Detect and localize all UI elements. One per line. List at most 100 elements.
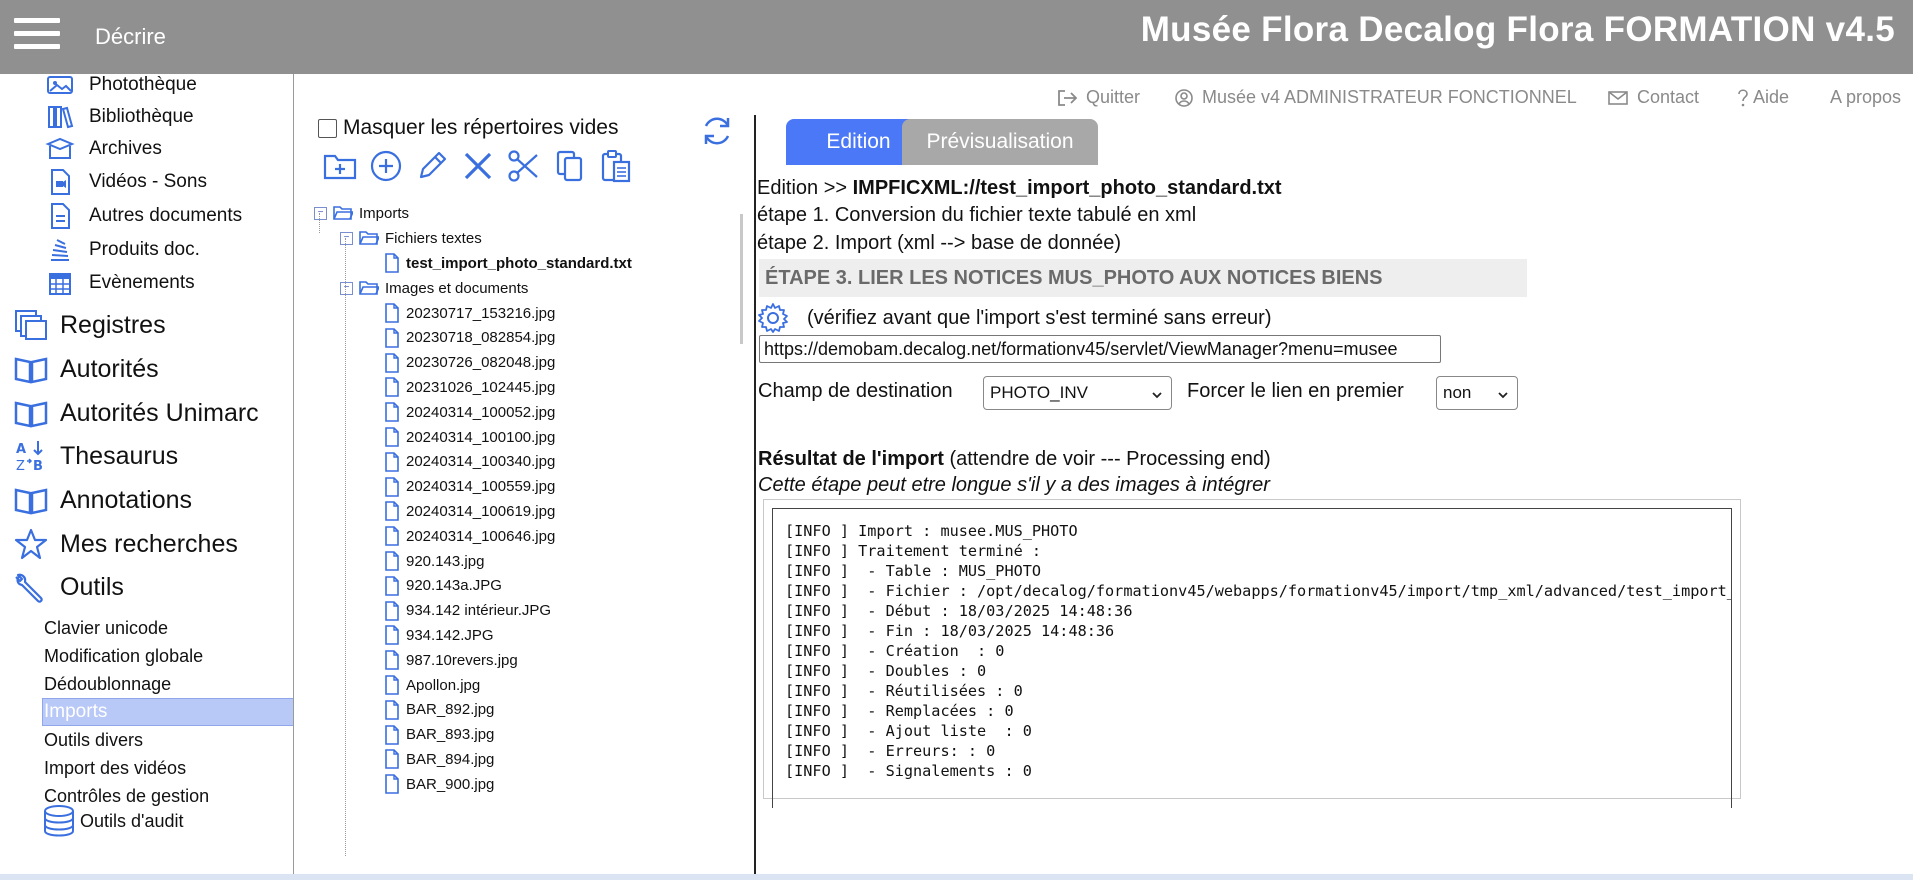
file-icon (384, 625, 400, 646)
sidebar: Photothèque Bibliothèque Archives Vidéos… (0, 74, 294, 874)
tree-label: 20230718_082854.jpg (406, 329, 556, 347)
sidebar-item-phototheque[interactable]: Photothèque (43, 74, 197, 100)
refresh-icon[interactable] (700, 114, 734, 153)
tree-folder-fichiers-textes[interactable]: − Fichiers textes (340, 227, 482, 249)
sidebar-item-annotations[interactable]: Annotations (14, 485, 192, 515)
quit-link[interactable]: Quitter (1056, 87, 1140, 108)
collapse-toggle[interactable]: − (340, 231, 353, 245)
contact-link[interactable]: Contact (1607, 87, 1699, 108)
tree-file[interactable]: BAR_900.jpg (384, 773, 494, 795)
mask-empty-dirs-checkbox[interactable] (318, 118, 337, 138)
tree-label: BAR_892.jpg (406, 701, 495, 719)
tree-file[interactable]: 920.143.jpg (384, 550, 484, 572)
new-folder-icon[interactable] (322, 148, 358, 184)
tool-imports[interactable]: Imports (44, 701, 107, 723)
sidebar-item-videos-sons[interactable]: Vidéos - Sons (43, 167, 207, 197)
add-circle-icon[interactable] (368, 148, 404, 184)
tree-file[interactable]: 20240314_100559.jpg (384, 476, 555, 498)
collapse-toggle[interactable]: − (314, 206, 327, 220)
tree-file[interactable]: 20240314_100052.jpg (384, 401, 555, 423)
tree-file[interactable]: Apollon.jpg (384, 674, 480, 696)
file-icon (384, 749, 400, 770)
tool-import-videos[interactable]: Import des vidéos (44, 758, 186, 779)
tree-label: 920.143.jpg (406, 552, 485, 570)
about-link[interactable]: A propos (1830, 87, 1901, 108)
tab-previsualisation[interactable]: Prévisualisation (902, 119, 1098, 165)
tree-file-selected[interactable]: test_import_photo_standard.txt (384, 252, 632, 274)
tree-file[interactable]: BAR_893.jpg (384, 724, 494, 746)
tree-folder-images-documents[interactable]: − Images et documents (340, 277, 528, 299)
hamburger-menu-icon[interactable] (14, 18, 60, 54)
cut-scissors-icon[interactable] (506, 148, 542, 184)
tool-outils-audit[interactable]: Outils d'audit (42, 805, 184, 837)
force-select[interactable]: non (1436, 376, 1518, 410)
tree-file[interactable]: 20240314_100619.jpg (384, 500, 555, 522)
sidebar-item-outils[interactable]: Outils (14, 572, 124, 603)
sidebar-item-evenements[interactable]: Evènements (43, 268, 195, 298)
tree-folder-imports[interactable]: − Imports (314, 202, 409, 224)
tree-label: 934.142 intérieur.JPG (406, 602, 552, 620)
tree-file[interactable]: 20240314_100100.jpg (384, 426, 555, 448)
tree-file[interactable]: 20231026_102445.jpg (384, 376, 555, 398)
delete-x-icon[interactable] (460, 148, 496, 184)
url-input[interactable]: https://demobam.decalog.net/formationv45… (759, 335, 1441, 363)
header-menu-label[interactable]: Décrire (95, 24, 166, 50)
open-book-icon (14, 354, 48, 384)
collapse-toggle[interactable]: − (340, 281, 353, 295)
sidebar-item-label: Outils d'audit (80, 810, 184, 831)
sidebar-item-autres-documents[interactable]: Autres documents (43, 201, 242, 231)
panel-divider[interactable] (754, 115, 756, 875)
tree-file[interactable]: 934.142 intérieur.JPG (384, 600, 551, 622)
sidebar-item-produits-doc[interactable]: Produits doc. (43, 235, 200, 265)
tree-file[interactable]: 920.143a.JPG (384, 575, 502, 597)
user-circle-icon (1174, 88, 1194, 108)
dest-select[interactable]: PHOTO_INV (983, 376, 1172, 410)
paste-icon[interactable] (598, 148, 634, 184)
tool-outils-divers[interactable]: Outils divers (44, 730, 143, 751)
edit-pencil-icon[interactable] (414, 148, 450, 184)
tree-file[interactable]: 987.10revers.jpg (384, 649, 518, 671)
open-book-icon (14, 485, 48, 515)
tree-scrollbar[interactable] (740, 214, 743, 344)
tool-modification-globale[interactable]: Modification globale (44, 646, 203, 667)
sidebar-item-registres[interactable]: Registres (14, 310, 166, 340)
user-link[interactable]: Musée v4 ADMINISTRATEUR FONCTIONNEL (1174, 87, 1577, 108)
tool-clavier-unicode[interactable]: Clavier unicode (44, 618, 168, 639)
sidebar-item-label: Registres (60, 310, 166, 339)
breadcrumb-prefix: Edition >> (757, 177, 853, 199)
sidebar-item-label: Autres documents (89, 205, 243, 226)
force-label: Forcer le lien en premier (1187, 380, 1404, 402)
tree-file[interactable]: 20240314_100646.jpg (384, 525, 555, 547)
settings-gear-icon[interactable] (757, 302, 789, 334)
app-title: Musée Flora Decalog Flora FORMATION v4.5 (1140, 10, 1895, 49)
tree-file[interactable]: 20230726_082048.jpg (384, 352, 555, 374)
breadcrumb: Edition >> IMPFICXML://test_import_photo… (757, 177, 1282, 200)
video-file-icon (43, 167, 77, 197)
tree-file[interactable]: BAR_892.jpg (384, 699, 494, 721)
archive-box-icon (43, 134, 77, 164)
mask-empty-dirs-toggle[interactable]: Masquer les répertoires vides (318, 116, 618, 140)
folder-open-icon (359, 280, 379, 296)
tree-label: 934.142.JPG (406, 626, 494, 644)
photo-icon (43, 74, 77, 100)
copy-icon[interactable] (552, 148, 588, 184)
sidebar-item-thesaurus[interactable]: AZB Thesaurus (14, 441, 178, 473)
tree-file[interactable]: 934.142.JPG (384, 624, 494, 646)
sidebar-item-bibliotheque[interactable]: Bibliothèque (43, 102, 194, 132)
tree-file[interactable]: BAR_894.jpg (384, 748, 494, 770)
sort-az-icon: AZB (14, 441, 48, 473)
tree-label: test_import_photo_standard.txt (406, 254, 632, 272)
tree-label: BAR_893.jpg (406, 726, 495, 744)
sidebar-item-autorites[interactable]: Autorités (14, 354, 159, 384)
tool-dedoublonnage[interactable]: Dédoublonnage (44, 674, 171, 695)
tree-file[interactable]: 20230717_153216.jpg (384, 302, 555, 324)
tree-toolbar (322, 148, 634, 184)
wrench-icon (14, 572, 48, 603)
sidebar-item-archives[interactable]: Archives (43, 134, 162, 164)
help-link[interactable]: Aide (1737, 87, 1789, 108)
sidebar-item-autorites-unimarc[interactable]: Autorités Unimarc (14, 398, 259, 428)
tree-file[interactable]: 20230718_082854.jpg (384, 327, 555, 349)
tree-label: Images et documents (385, 279, 529, 297)
sidebar-item-mes-recherches[interactable]: Mes recherches (14, 528, 238, 560)
tree-file[interactable]: 20240314_100340.jpg (384, 451, 555, 473)
